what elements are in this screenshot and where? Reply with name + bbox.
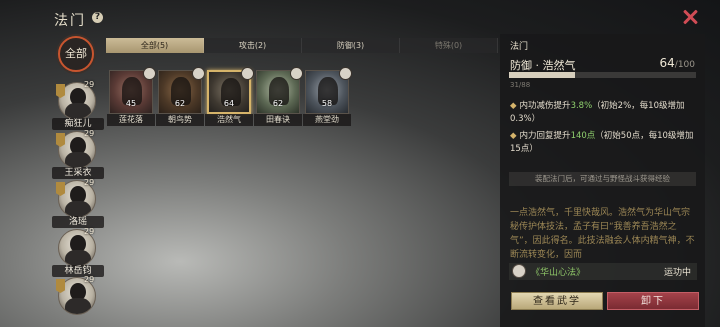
method-name: 《华山心法》 bbox=[531, 268, 586, 278]
tab-attack[interactable]: 攻击(2) bbox=[204, 38, 302, 53]
effect-text: 内功减伤提升 bbox=[519, 101, 571, 111]
character-4[interactable]: 29 林岳钧 bbox=[52, 227, 104, 277]
character-level: 29 bbox=[84, 227, 95, 236]
method-avatar bbox=[512, 264, 526, 278]
panel-title: 法门 bbox=[510, 42, 529, 52]
category-tabs: 全部(5) 攻击(2) 防御(3) 特殊(0) bbox=[106, 38, 498, 53]
level-max: /100 bbox=[674, 60, 695, 70]
exp-value: 31/88 bbox=[510, 81, 531, 89]
page-title: 法门 bbox=[54, 13, 86, 29]
owner-avatar bbox=[290, 67, 303, 80]
skill-card[interactable]: 62 朝鸟势 bbox=[156, 67, 205, 126]
bullet-icon: ◆ bbox=[510, 101, 517, 111]
character-name: 洛瑶 bbox=[52, 216, 104, 228]
rank-tag-icon bbox=[56, 279, 65, 293]
effect-1: ◆ 内功减伤提升3.8%（初始2%，每10级增加0.3%） bbox=[510, 100, 698, 126]
skill-card-selected[interactable]: 64 浩然气 bbox=[205, 67, 254, 126]
character-name: 痴狂儿 bbox=[52, 118, 104, 130]
view-martial-arts-button[interactable]: 查看武学 bbox=[511, 292, 603, 310]
skill-card[interactable]: 58 燕堂劲 bbox=[303, 67, 352, 126]
rank-tag-icon bbox=[56, 182, 65, 196]
skill-level: 45 bbox=[125, 99, 137, 108]
tab-all[interactable]: 全部(5) bbox=[106, 38, 204, 53]
effect-text: 内力回复提升 bbox=[519, 131, 571, 141]
owner-avatar bbox=[339, 67, 352, 80]
owner-avatar bbox=[143, 67, 156, 80]
character-level: 29 bbox=[84, 129, 95, 138]
owner-avatar bbox=[241, 67, 254, 80]
skill-name: 莲花落 bbox=[107, 114, 155, 126]
tab-defense[interactable]: 防御(3) bbox=[302, 38, 400, 53]
skill-level: 58 bbox=[321, 99, 333, 108]
character-3[interactable]: 29 洛瑶 bbox=[52, 178, 104, 228]
character-name: 林岳钧 bbox=[52, 265, 104, 277]
character-1[interactable]: 29 痴狂儿 bbox=[52, 80, 104, 130]
skill-level: 62 bbox=[272, 99, 284, 108]
bullet-icon: ◆ bbox=[510, 131, 517, 141]
character-level: 29 bbox=[84, 275, 95, 284]
close-icon[interactable] bbox=[682, 9, 698, 25]
skill-card[interactable]: 45 莲花落 bbox=[107, 67, 156, 126]
skill-card[interactable]: 62 田春诀 bbox=[254, 67, 303, 126]
rank-tag-icon bbox=[56, 84, 65, 98]
exp-progress-fill bbox=[509, 72, 575, 78]
skill-level: 62 bbox=[174, 99, 186, 108]
skill-name: 朝鸟势 bbox=[156, 114, 204, 126]
method-bar[interactable]: 《华山心法》 运功中 bbox=[509, 263, 697, 280]
character-level: 29 bbox=[84, 80, 95, 89]
detail-skill-name: 防御 · 浩然气 bbox=[510, 59, 576, 72]
detail-skill-level: 64/100 bbox=[660, 56, 696, 70]
effect-2: ◆ 内力回复提升140点（初始50点，每10级增加15点） bbox=[510, 130, 698, 156]
owner-avatar bbox=[192, 67, 205, 80]
skill-lore: 一点浩然气，千里快哉风。浩然气为华山气宗秘传护体技法，孟子有曰“我善养吾浩然之气… bbox=[510, 208, 695, 260]
exp-hint: 装配法门后，可通过与野怪战斗获得经验 bbox=[509, 172, 696, 186]
skill-name: 浩然气 bbox=[205, 114, 253, 126]
skill-level: 64 bbox=[223, 99, 235, 108]
skill-name: 燕堂劲 bbox=[303, 114, 351, 126]
filter-all-button[interactable]: 全部 bbox=[58, 36, 94, 72]
character-5[interactable]: 29 bbox=[54, 275, 102, 325]
skill-detail-panel: 法门 防御 · 浩然气 64/100 31/88 ◆ 内功减伤提升3.8%（初始2… bbox=[500, 34, 705, 327]
help-icon[interactable]: ? bbox=[92, 12, 103, 23]
character-2[interactable]: 29 王采衣 bbox=[52, 129, 104, 179]
rank-tag-icon bbox=[56, 133, 65, 147]
tab-special[interactable]: 特殊(0) bbox=[400, 38, 498, 53]
unload-button[interactable]: 卸下 bbox=[607, 292, 699, 310]
skill-card-list: 45 莲花落 62 朝鸟势 64 浩然气 62 田春诀 58 燕堂劲 bbox=[107, 67, 352, 126]
exp-progress-bar bbox=[509, 72, 696, 78]
effect-value: 140点 bbox=[570, 131, 596, 141]
skill-name: 田春诀 bbox=[254, 114, 302, 126]
character-level: 29 bbox=[84, 178, 95, 187]
character-name: 王采衣 bbox=[52, 167, 104, 179]
level-value: 64 bbox=[659, 56, 675, 70]
effect-value: 3.8% bbox=[570, 101, 593, 111]
method-status: 运功中 bbox=[663, 268, 691, 278]
